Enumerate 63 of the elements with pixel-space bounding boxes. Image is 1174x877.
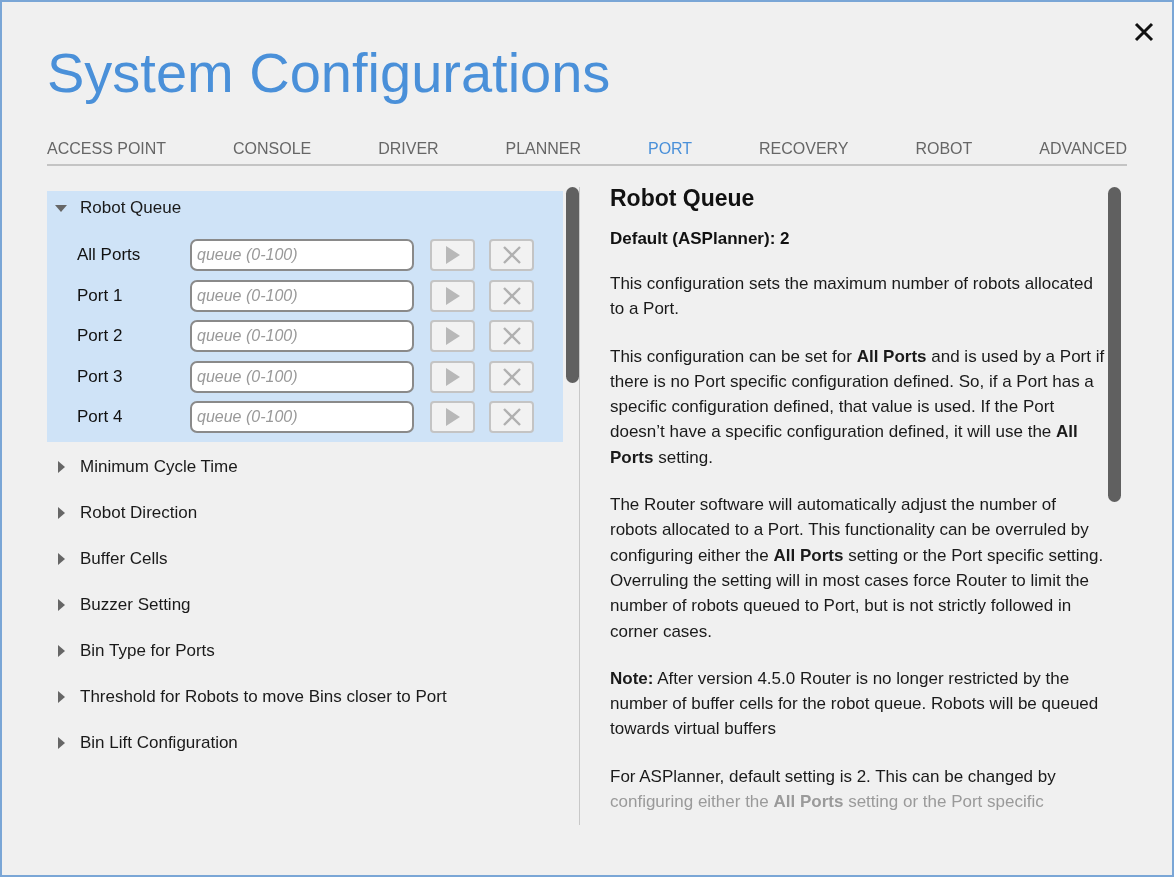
close-icon[interactable] — [1134, 22, 1154, 42]
play-icon — [444, 366, 461, 387]
close-icon — [501, 285, 522, 306]
queue-field[interactable]: queue (0-100) — [190, 401, 414, 433]
help-paragraph: This configuration can be set for All Ports and is used by a Port if there is no Port specific configuration defined. So, if a Port has a specific configuration defined, that value is used. If the Port doesn’t have a specific configuration defined, it will use the All Ports setting. — [610, 345, 1105, 469]
help-title: Robot Queue — [610, 187, 756, 213]
caret-icon — [55, 202, 67, 214]
section-header[interactable]: Robot Direction — [47, 492, 564, 534]
caret-icon — [55, 599, 67, 611]
clear-button[interactable] — [489, 279, 534, 312]
caret-icon — [55, 737, 67, 749]
tab[interactable]: CONSOLE — [233, 140, 312, 158]
close-icon — [501, 245, 522, 265]
caret-icon — [55, 645, 67, 657]
play-icon — [444, 407, 461, 427]
clear-button[interactable] — [489, 320, 534, 352]
clear-button[interactable] — [489, 360, 534, 393]
queue-field[interactable]: queue (0-100) — [190, 279, 414, 312]
help-paragraph: configuring either the All Ports setting or the Port specific — [610, 791, 1045, 814]
queue-field[interactable]: queue (0-100) — [190, 239, 414, 271]
tab[interactable]: DRIVER — [378, 140, 439, 158]
close-icon — [501, 407, 522, 427]
tab[interactable]: ADVANCED — [1039, 140, 1127, 158]
apply-button[interactable] — [430, 360, 475, 393]
apply-button[interactable] — [430, 239, 475, 271]
play-icon — [444, 326, 461, 346]
section-header[interactable]: Bin Lift Configuration — [47, 722, 564, 764]
tab[interactable]: PLANNER — [505, 140, 582, 158]
apply-button[interactable] — [430, 320, 475, 352]
dialog-title: System Configurations — [47, 40, 612, 106]
default-value: Default (ASPlanner): 2 — [610, 229, 791, 249]
port-label: All Ports — [77, 245, 142, 265]
caret-icon — [55, 553, 67, 565]
section-header[interactable]: Bin Type for Ports — [47, 630, 564, 672]
port-label: Port 2 — [77, 326, 124, 346]
apply-button[interactable] — [430, 279, 475, 312]
close-icon — [501, 326, 522, 346]
close-icon — [501, 366, 522, 387]
help-paragraph: For ASPlanner, default setting is 2. This can be changed by — [610, 765, 1057, 788]
clear-button[interactable] — [489, 401, 534, 433]
help-paragraph: Note: After version 4.5.0 Router is no longer restricted by the number of buffer cells for the robot queue. Robots will be queued towards virtual buffers — [610, 667, 1100, 741]
tab[interactable]: ACCESS POINT — [47, 140, 167, 158]
apply-button[interactable] — [430, 401, 475, 433]
clear-button[interactable] — [489, 239, 534, 271]
section-header[interactable]: Buffer Cells — [47, 538, 564, 580]
help-paragraph: This configuration sets the maximum number of robots allocated to a Port. — [610, 273, 1094, 321]
play-icon — [444, 245, 461, 265]
tab[interactable]: RECOVERY — [759, 140, 849, 158]
queue-field[interactable]: queue (0-100) — [190, 360, 414, 393]
section-header[interactable]: Minimum Cycle Time — [47, 446, 564, 488]
section-header[interactable]: Buzzer Setting — [47, 584, 564, 626]
port-label: Port 3 — [77, 366, 124, 387]
section-header[interactable]: Threshold for Robots to move Bins closer to Port — [47, 676, 564, 718]
caret-icon — [55, 507, 67, 519]
queue-field[interactable]: queue (0-100) — [190, 320, 414, 352]
help-paragraph: The Router software will automatically adjust the number of robots allocated to a Port. This functionality can be overruled by configuring either the All Ports setting or the Port specific setting. Overruling the setting will in most cases force Router to limit the number of robots queued to Port, but is not strictly followed in corner cases. — [610, 494, 1105, 643]
section-header[interactable]: Robot Queue — [47, 191, 564, 225]
port-label: Port 4 — [77, 407, 124, 427]
play-icon — [444, 285, 461, 306]
port-label: Port 1 — [77, 285, 124, 306]
caret-icon — [55, 691, 67, 703]
caret-icon — [55, 461, 67, 473]
tab[interactable]: ROBOT — [915, 140, 973, 158]
